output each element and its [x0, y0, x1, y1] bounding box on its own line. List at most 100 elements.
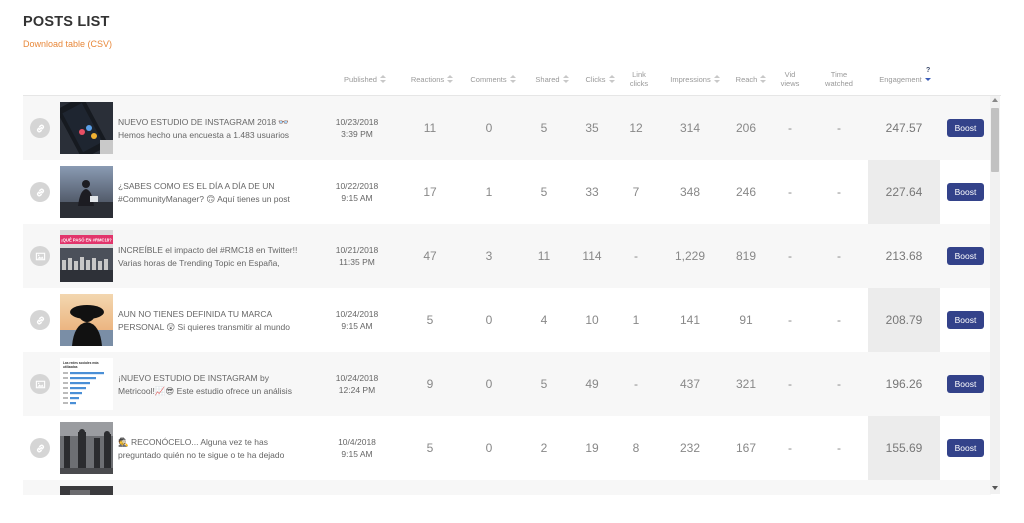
- time-watched-cell: -: [837, 441, 841, 455]
- sort-desc-icon: [924, 75, 931, 84]
- post-text[interactable]: AUN NO TIENES DEFINIDA TU MARCA PERSONAL…: [118, 308, 318, 334]
- post-text-line: PERSONAL 😲 Si quieres transmitir al mund…: [118, 322, 290, 332]
- post-thumbnail[interactable]: [60, 422, 113, 474]
- post-text-line: NUEVO ESTUDIO DE INSTAGRAM 2018 👓: [118, 117, 290, 127]
- link-clicks-cell: -: [634, 377, 638, 391]
- table-scrollbar[interactable]: [990, 96, 1000, 494]
- published-date: 10/24/2018: [335, 309, 379, 319]
- link-clicks-cell: 7: [632, 185, 640, 199]
- col-reach[interactable]: Reach: [729, 64, 773, 94]
- post-thumbnail[interactable]: [60, 486, 113, 495]
- post-text[interactable]: 🕵 RECONÓCELO... Alguna vez te has pregun…: [118, 436, 318, 462]
- published-date: 10/24/2018: [335, 373, 379, 383]
- post-text-line: INCREÍBLE el impacto del #RMC18 en Twitt…: [118, 245, 298, 255]
- reach-cell: 167: [735, 441, 757, 455]
- vid-views-cell: -: [788, 185, 792, 199]
- post-text-line: ¿SABES COMO ES EL DÍA A DÍA DE UN: [118, 181, 275, 191]
- shared-cell: 2: [540, 441, 548, 455]
- link-icon: [30, 182, 50, 202]
- svg-text:¡QUÉ PASÓ EN #RMC18?: ¡QUÉ PASÓ EN #RMC18?: [61, 238, 112, 243]
- col-impressions[interactable]: Impressions: [663, 64, 727, 94]
- impressions-cell: 1,229: [674, 249, 706, 263]
- reach-cell: 321: [735, 377, 757, 391]
- boost-button[interactable]: Boost: [947, 375, 984, 393]
- post-text-line: AUN NO TIENES DEFINIDA TU MARCA: [118, 309, 273, 319]
- table-row[interactable]: ¿SABES COMO ES EL DÍA A DÍA DE UN #Commu…: [23, 160, 991, 224]
- download-csv-link[interactable]: Download table (CSV): [23, 39, 112, 49]
- post-thumbnail[interactable]: Las redes sociales más utilizadas: [60, 358, 113, 410]
- time-watched-cell: -: [837, 313, 841, 327]
- vid-views-cell: -: [788, 441, 792, 455]
- sort-icon: [760, 74, 767, 84]
- table-row[interactable]: Las redes sociales más utilizadas ¡NUEVO …: [23, 352, 991, 416]
- shared-cell: 5: [540, 377, 548, 391]
- sort-icon: [379, 74, 386, 84]
- comments-cell: 0: [485, 441, 493, 455]
- post-text-line: Metricool!📈😎 Este estudio ofrece un anál…: [118, 386, 292, 396]
- published-date: 10/23/2018: [335, 117, 379, 127]
- time-watched-cell: -: [837, 121, 841, 135]
- col-clicks[interactable]: Clicks: [577, 64, 623, 94]
- post-text-line: Varias horas de Trending Topic en España…: [118, 258, 280, 268]
- published-date: 10/4/2018: [338, 437, 376, 447]
- link-icon: [30, 438, 50, 458]
- post-thumbnail[interactable]: [60, 102, 113, 154]
- post-text-line: ¡NUEVO ESTUDIO DE INSTAGRAM by: [118, 373, 269, 383]
- col-reactions[interactable]: Reactions: [405, 64, 459, 94]
- impressions-cell: 314: [679, 121, 701, 135]
- post-text-line: Hemos hecho una encuesta a 1.483 usuario…: [118, 130, 290, 140]
- link-icon: [30, 118, 50, 138]
- link-clicks-cell: 12: [629, 121, 643, 135]
- shared-cell: 5: [540, 185, 548, 199]
- table-row[interactable]: AUN NO TIENES DEFINIDA TU MARCA PERSONAL…: [23, 288, 991, 352]
- reactions-cell: 47: [423, 249, 437, 263]
- col-shared[interactable]: Shared: [526, 64, 578, 94]
- boost-button[interactable]: Boost: [947, 247, 984, 265]
- post-text[interactable]: NUEVO ESTUDIO DE INSTAGRAM 2018 👓 Hemos …: [118, 116, 318, 142]
- clicks-cell: 19: [585, 441, 599, 455]
- time-watched-cell: -: [837, 249, 841, 263]
- post-text[interactable]: ¡NUEVO ESTUDIO DE INSTAGRAM by Metricool…: [118, 372, 318, 398]
- post-thumbnail[interactable]: [60, 294, 113, 346]
- boost-button[interactable]: Boost: [947, 439, 984, 457]
- table-row[interactable]: 🕵 RECONÓCELO... Alguna vez te has pregun…: [23, 416, 991, 480]
- reach-cell: 819: [735, 249, 757, 263]
- scrollbar-thumb[interactable]: [991, 108, 999, 172]
- post-thumbnail[interactable]: ¡QUÉ PASÓ EN #RMC18?: [60, 230, 113, 282]
- table-row[interactable]: NUEVO ESTUDIO DE INSTAGRAM 2018 👓 Hemos …: [23, 96, 991, 160]
- scroll-down-arrow-icon[interactable]: [992, 486, 998, 490]
- published-date: 10/21/2018: [335, 245, 379, 255]
- impressions-cell: 348: [679, 185, 701, 199]
- boost-button[interactable]: Boost: [947, 183, 984, 201]
- vid-views-cell: -: [788, 313, 792, 327]
- table-row[interactable]: ¡QUÉ PASÓ EN #RMC18? INCREÍBLE el impact…: [23, 224, 991, 288]
- shared-cell: 5: [540, 121, 548, 135]
- published-time: 11:35 PM: [339, 257, 375, 267]
- post-thumbnail[interactable]: [60, 166, 113, 218]
- col-comments[interactable]: Comments: [463, 64, 523, 94]
- image-icon: [30, 246, 50, 266]
- post-text[interactable]: ¿SABES COMO ES EL DÍA A DÍA DE UN #Commu…: [118, 180, 318, 206]
- published-time: 3:39 PM: [341, 129, 373, 139]
- col-vid-views[interactable]: Vid views: [775, 64, 805, 94]
- boost-button[interactable]: Boost: [947, 311, 984, 329]
- reach-cell: 246: [735, 185, 757, 199]
- scroll-up-arrow-icon[interactable]: [992, 98, 998, 102]
- reach-cell: 91: [739, 313, 753, 327]
- published-time: 9:15 AM: [341, 321, 373, 331]
- published-time: 12:24 PM: [338, 385, 376, 395]
- published-cell: 10/23/2018 3:39 PM: [323, 96, 391, 160]
- post-text-line: #CommunityManager? 🙃 Aquí tienes un post: [118, 194, 290, 204]
- help-icon[interactable]: ?: [926, 67, 930, 74]
- col-published[interactable]: Published: [329, 64, 401, 94]
- link-clicks-cell: -: [634, 249, 638, 263]
- post-text[interactable]: INCREÍBLE el impacto del #RMC18 en Twitt…: [118, 244, 318, 270]
- col-link-clicks[interactable]: Link clicks: [621, 64, 657, 94]
- time-watched-cell: -: [837, 185, 841, 199]
- table-row[interactable]: [23, 480, 991, 495]
- col-time-watched[interactable]: Time watched: [815, 64, 863, 94]
- boost-button[interactable]: Boost: [947, 119, 984, 137]
- reactions-cell: 5: [426, 313, 434, 327]
- shared-cell: 11: [537, 249, 551, 263]
- post-text-line: preguntado quién no te sigue o te ha dej…: [118, 450, 285, 460]
